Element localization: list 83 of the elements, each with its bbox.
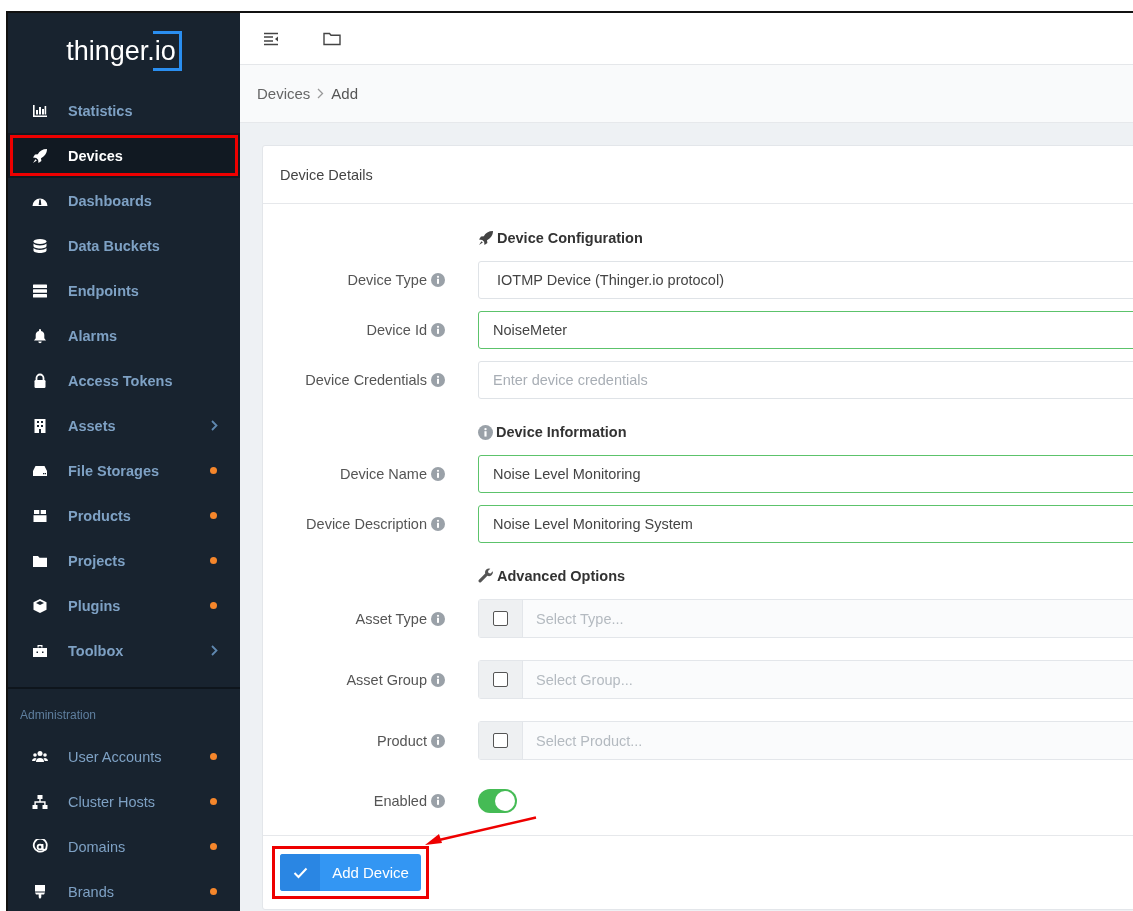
chevron-icon — [211, 420, 218, 431]
server-icon — [32, 282, 48, 299]
cube-icon — [32, 597, 48, 614]
database-icon — [32, 237, 48, 254]
sidebar-item[interactable]: Data Buckets — [8, 223, 240, 268]
sidebar-item[interactable]: Toolbox — [8, 628, 240, 673]
info-icon — [431, 672, 445, 687]
wrench-icon — [478, 568, 494, 584]
status-dot — [210, 798, 217, 805]
network-icon — [32, 793, 48, 810]
select-field[interactable]: IOTMP Device (Thinger.io protocol) — [478, 261, 1133, 299]
folder-icon[interactable] — [323, 31, 341, 46]
toolbox-icon — [32, 642, 48, 659]
card-title: Device Details — [280, 166, 373, 183]
input-field[interactable]: NoiseMeter — [478, 311, 1133, 349]
at-sign-icon — [32, 838, 48, 855]
sidebar-item[interactable]: Endpoints — [8, 268, 240, 313]
sidebar-item[interactable]: User Accounts — [8, 734, 240, 779]
breadcrumb-current: Add — [331, 85, 359, 102]
sidebar-item[interactable]: Domains — [8, 824, 240, 869]
info-icon — [431, 611, 445, 626]
sidebar-item[interactable]: Dashboards — [8, 178, 240, 223]
info-icon — [478, 424, 493, 440]
sidebar-item[interactable]: Assets — [8, 403, 240, 448]
breadcrumb-link[interactable]: Devices — [257, 85, 311, 102]
status-dot — [210, 557, 217, 564]
info-icon — [431, 373, 445, 387]
rocket-icon — [478, 230, 494, 246]
sidebar-item[interactable]: Devices — [8, 133, 240, 178]
check-icon — [292, 866, 308, 879]
section-heading: Advanced Options — [497, 568, 626, 584]
chevron-icon — [211, 645, 218, 656]
rocket-icon — [32, 147, 48, 164]
field-label: Device Description — [306, 516, 427, 532]
checkbox[interactable] — [493, 733, 508, 748]
brush-icon — [32, 883, 48, 900]
sidebar-item[interactable]: File Storages — [8, 448, 240, 493]
field-label: Device Credentials — [305, 372, 427, 388]
lock-icon — [32, 372, 48, 389]
chart-icon — [32, 102, 48, 119]
status-dot — [210, 753, 217, 760]
status-dot — [210, 602, 217, 609]
field-label: Device Id — [366, 322, 427, 338]
status-dot — [210, 843, 217, 850]
checkbox[interactable] — [493, 672, 508, 687]
box-icon — [32, 507, 48, 524]
toggle-switch[interactable] — [478, 789, 517, 813]
sidebar-item[interactable]: Statistics — [8, 88, 240, 133]
section-heading: Device Information — [496, 424, 627, 440]
bell-icon — [32, 327, 48, 344]
sidebar-item[interactable]: Alarms — [8, 313, 240, 358]
sidebar-item[interactable]: Plugins — [8, 583, 240, 628]
field-label: Device Name — [339, 466, 427, 482]
field-label: Asset Type — [355, 610, 427, 627]
status-dot — [210, 888, 217, 895]
sidebar-item[interactable]: Cluster Hosts — [8, 779, 240, 824]
status-dot — [210, 467, 217, 474]
status-dot — [210, 512, 217, 519]
sidebar-item[interactable]: Brands — [8, 869, 240, 911]
sidebar-item[interactable]: Projects — [8, 538, 240, 583]
logo: thinger.io — [66, 28, 182, 73]
section-heading: Administration — [19, 707, 98, 724]
section-heading: Device Configuration — [497, 230, 643, 246]
field-label: Product — [377, 732, 427, 749]
users-icon — [32, 748, 48, 765]
field-label: Enabled — [373, 793, 427, 809]
info-icon — [431, 733, 445, 748]
checkbox[interactable] — [493, 611, 508, 626]
info-icon — [431, 273, 445, 287]
info-icon — [431, 517, 445, 531]
info-icon — [431, 794, 445, 808]
sidebar-toggle-icon[interactable] — [263, 31, 279, 46]
chevron-icon — [317, 88, 325, 99]
info-icon — [431, 323, 445, 337]
input-field[interactable]: Noise Level Monitoring — [478, 455, 1133, 493]
field-label: Asset Group — [346, 671, 427, 688]
field-label: Device Type — [347, 272, 427, 288]
sidebar-item[interactable]: Access Tokens — [8, 358, 240, 403]
info-icon — [431, 467, 445, 481]
building-icon — [32, 417, 48, 434]
input-field[interactable]: Noise Level Monitoring System — [478, 505, 1133, 543]
sidebar-item[interactable]: Products — [8, 493, 240, 538]
add-device-button[interactable]: Add Device — [280, 854, 421, 891]
